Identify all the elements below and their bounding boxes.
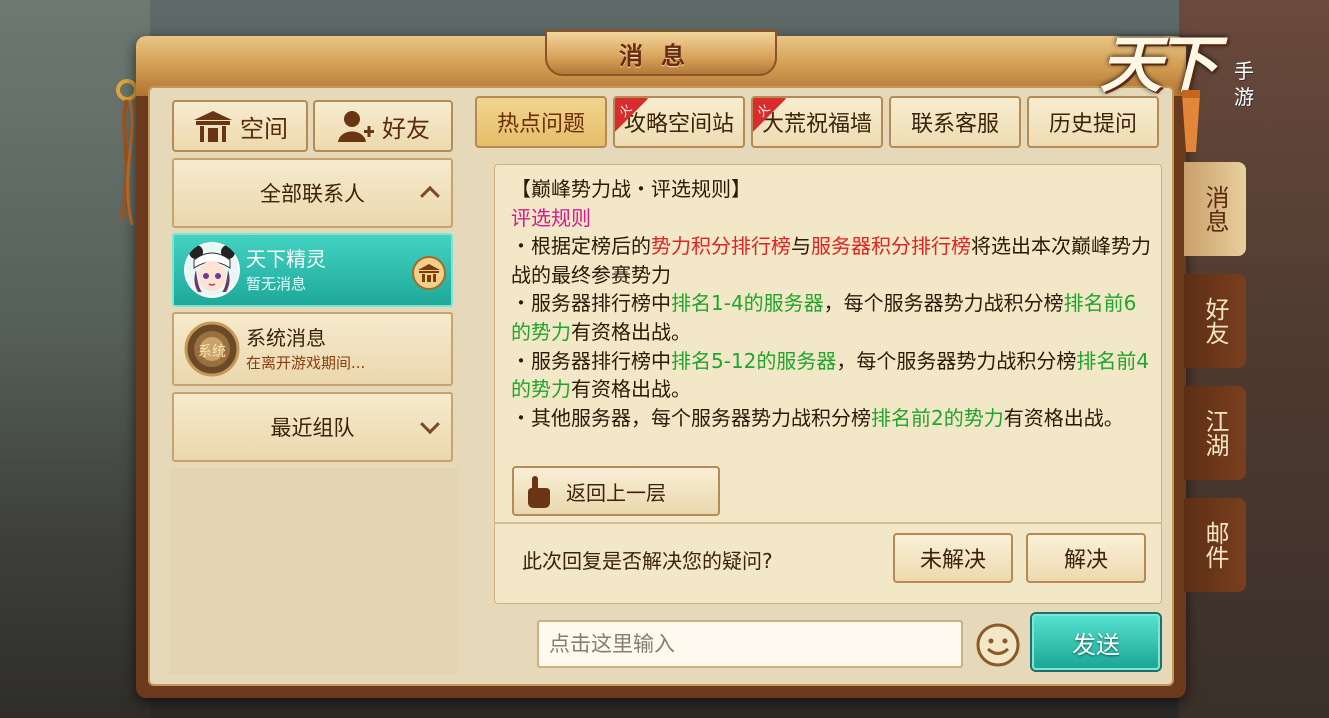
tab-contact-service[interactable]: 联系客服 [889,96,1021,148]
feedback-question: 此次回复是否解决您的疑问? [522,549,773,573]
side-tab-messages[interactable]: 消息 [1184,162,1246,256]
contact-item-tianxia-spirit[interactable]: 天下精灵 暂无消息 [172,233,453,307]
tab-label: 大荒祝福墙 [761,112,872,137]
friends-button[interactable]: 好友 [313,100,453,152]
contact-name: 天下精灵 [246,247,326,271]
rule-paragraph-4: ・其他服务器，每个服务器势力战积分榜排名前2的势力有资格出战。 [511,405,1124,430]
add-friend-icon [338,111,374,142]
space-button-label: 空间 [240,114,288,143]
spirit-avatar [184,242,240,298]
rule-paragraph-3: ・服务器排行榜中排名5-12的服务器，每个服务器势力战积分榜排名前4的势力有资格… [511,348,1150,402]
tassel-right-icon [1182,90,1200,152]
pointing-hand-icon [528,476,550,508]
unsolved-button-label: 未解决 [919,548,986,573]
message-input[interactable] [537,620,963,668]
contacts-sidebar: 空间 好友 全部联系人 天下精灵 暂无消息 系统 系统消息 在离开游戏期间...… [170,96,455,676]
article-subtitle: 评选规则 [511,205,591,230]
all-contacts-label: 全部联系人 [260,182,365,206]
divider [494,522,1162,524]
contact-item-system[interactable]: 系统 系统消息 在离开游戏期间... [172,312,453,386]
emoji-icon[interactable] [975,622,1021,668]
side-tab-label: 江湖 [1201,409,1229,457]
contact-preview: 在离开游戏期间... [246,354,366,372]
recent-team-label: 最近组队 [270,416,355,440]
contact-preview: 暂无消息 [246,275,307,293]
contact-name: 系统消息 [246,326,326,350]
side-tab-jianghu[interactable]: 江湖 [1184,386,1246,480]
tab-label: 联系客服 [910,112,999,137]
answer-text: 【巅峰势力战・评选规则】 评选规则 ・根据定榜后的势力积分排行榜与服务器积分排行… [511,175,1151,432]
space-badge-icon[interactable] [411,255,447,291]
page-title: 消息 [619,41,703,70]
solved-button[interactable]: 解决 [1026,533,1146,583]
space-button[interactable]: 空间 [172,100,308,152]
rule-paragraph-2: ・服务器排行榜中排名1-4的服务器，每个服务器势力战积分榜排名前6的势力有资格出… [511,291,1137,344]
tab-history-questions[interactable]: 历史提问 [1027,96,1159,148]
tab-label: 热点问题 [496,112,585,137]
all-contacts-header[interactable]: 全部联系人 [172,158,453,228]
tab-blessing-wall[interactable]: 火 大荒祝福墙 [751,96,883,148]
recent-team-header[interactable]: 最近组队 [172,392,453,462]
send-button[interactable]: 发送 [1032,614,1160,670]
tab-guide-station[interactable]: 火 攻略空间站 [613,96,745,148]
tab-hot-questions[interactable]: 热点问题 [475,96,607,148]
side-tab-friends[interactable]: 好友 [1184,274,1246,368]
tab-label: 攻略空间站 [623,112,734,137]
side-tab-label: 邮件 [1201,521,1229,569]
send-button-label: 发送 [1072,630,1120,659]
tab-label: 历史提问 [1048,112,1137,137]
article-title: 【巅峰势力战・评选规则】 [511,177,751,201]
side-tab-mail[interactable]: 邮件 [1184,498,1246,592]
back-button[interactable]: 返回上一层 [512,466,720,516]
friends-button-label: 好友 [382,114,430,143]
title-plaque: 消息 [545,30,777,76]
pavilion-icon [194,111,232,142]
top-tab-bar: 热点问题 火 攻略空间站 火 大荒祝福墙 联系客服 历史提问 [475,96,1165,150]
unsolved-button[interactable]: 未解决 [893,533,1013,583]
rule-paragraph-1: ・根据定榜后的势力积分排行榜与服务器积分排行榜将选出本次巅峰势力战的最终参赛势力 [511,234,1151,287]
logo-sub-text: 手游 [1234,59,1254,109]
system-avatar: 系统 [184,321,240,377]
system-avatar-text: 系统 [198,344,226,360]
back-button-label: 返回上一层 [566,480,666,505]
side-tab-label: 好友 [1201,297,1229,345]
solved-button-label: 解决 [1063,548,1108,573]
side-tab-label: 消息 [1201,185,1229,233]
